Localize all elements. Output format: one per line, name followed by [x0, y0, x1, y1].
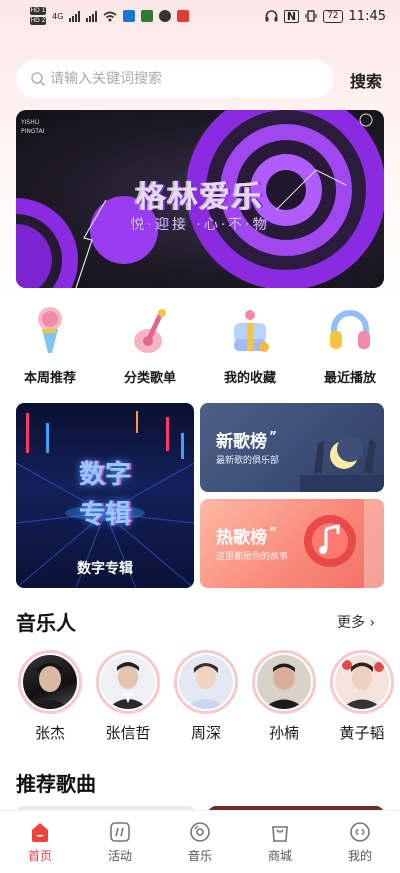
more-label: 更多 [337, 615, 365, 631]
artist-item[interactable]: 黄子韬 [328, 650, 396, 743]
artist-name: 张杰 [34, 724, 65, 742]
shopping-bag-icon [272, 826, 288, 842]
disc-icon [190, 822, 210, 842]
musicians-section-title: 音乐人 [16, 611, 76, 635]
new-chart-quote-mark: ” [269, 429, 277, 444]
musicians-row: 张杰 张信哲 周深 孙楠 黄子韬 [0, 650, 400, 750]
nav-category-playlist[interactable]: 分类歌单 [100, 305, 200, 390]
banner-subtitle: 悦·迎接 ·心·不·物 [130, 217, 270, 233]
headset-status-icon [265, 10, 278, 22]
hot-chart-quote-mark: ” [269, 525, 277, 540]
hot-chart-subtitle: 这里都是你的故事 [216, 552, 289, 562]
nav-weekly-recommend-label: 本周推荐 [23, 371, 76, 386]
album-art-text-1: 数字 [78, 460, 131, 490]
nav-my-favorites-label: 我的收藏 [223, 371, 276, 386]
banner-corner-text-1: YISHU [21, 119, 40, 126]
network-label: 4G [52, 11, 64, 21]
banner-title: 格林爱乐 [136, 180, 264, 215]
headphones-icon [322, 305, 378, 357]
wifi-icon [103, 11, 117, 21]
gift-box-icon [222, 305, 278, 357]
activity-icon [110, 822, 130, 842]
tab-profile[interactable]: 我的 [320, 811, 400, 873]
nfc-icon: N [283, 9, 300, 23]
artist-item[interactable]: 孙楠 [250, 650, 318, 743]
sim2-label: HD 2 [30, 17, 46, 25]
artist-avatar [335, 655, 389, 709]
artist-item[interactable]: 周深 [172, 650, 240, 743]
artist-name: 张信哲 [105, 724, 151, 742]
artist-name: 孙楠 [268, 724, 299, 742]
musicians-more-link[interactable]: 更多 › [337, 612, 375, 632]
chevron-right-icon: › [369, 615, 376, 631]
artist-avatar [101, 655, 155, 709]
artist-name: 黄子韬 [339, 724, 385, 742]
artist-avatar [23, 655, 77, 709]
digital-album-label: 数字专辑 [77, 561, 133, 577]
app-notification-icon [123, 10, 136, 22]
artist-avatar [179, 655, 233, 709]
battery-indicator: 72 [323, 9, 343, 23]
search-box[interactable] [16, 60, 334, 98]
app-notification-icon-3 [159, 10, 172, 22]
tab-home-label: 首页 [27, 849, 52, 863]
nav-recent-play-label: 最近播放 [323, 371, 376, 386]
guitar-icon [122, 305, 178, 357]
nav-my-favorites[interactable]: 我的收藏 [200, 305, 300, 390]
app-notification-icon-2 [141, 10, 154, 22]
search-input[interactable] [50, 71, 320, 87]
nav-recent-play[interactable]: 最近播放 [300, 305, 400, 390]
tab-music-label: 音乐 [187, 849, 212, 863]
moon-illustration [300, 436, 384, 492]
tab-activity-label: 活动 [107, 849, 132, 863]
status-bar: HD 1 HD 2 4G N 72 11:45 [0, 0, 400, 32]
tab-profile-label: 我的 [347, 849, 372, 863]
quick-nav: 本周推荐 分类歌单 我的收藏 最近播放 [0, 305, 400, 390]
home-icon [32, 823, 48, 842]
vibrate-icon [305, 10, 317, 22]
artist-item[interactable]: 张信哲 [94, 650, 162, 743]
app-notification-icon-4 [177, 10, 190, 22]
hot-songs-chart-card[interactable]: 热歌榜” 这里都是你的故事 [200, 499, 384, 588]
banner-corner-text-2: PINGTAI [21, 128, 45, 135]
new-chart-subtitle: 最新歌的俱乐部 [216, 456, 280, 466]
album-art-text-2: 专辑 [78, 500, 131, 530]
search-icon [31, 72, 46, 87]
nav-weekly-recommend[interactable]: 本周推荐 [0, 305, 100, 390]
artist-avatar [257, 655, 311, 709]
signal-icon [69, 10, 81, 22]
tab-mall-label: 商城 [267, 849, 292, 863]
new-songs-chart-card[interactable]: 新歌榜” 最新歌的俱乐部 [200, 403, 384, 492]
microphone-icon [22, 305, 78, 357]
tab-home[interactable]: 首页 [0, 811, 80, 873]
nav-category-playlist-label: 分类歌单 [123, 371, 176, 386]
sim-indicator: HD 1 HD 2 [30, 7, 46, 25]
hot-chart-title: 热歌榜 [216, 528, 267, 548]
digital-album-card[interactable]: 数字 专辑 数字专辑 [16, 403, 194, 588]
clock: 11:45 [348, 8, 386, 24]
artist-item[interactable]: 张杰 [16, 650, 84, 743]
tab-music[interactable]: 音乐 [160, 811, 240, 873]
tab-activity[interactable]: 活动 [80, 811, 160, 873]
search-button[interactable]: 搜索 [350, 68, 382, 92]
profile-icon [350, 822, 370, 842]
sim1-label: HD 1 [30, 7, 46, 15]
bottom-tab-bar: 首页 活动 音乐 商城 我的 [0, 810, 400, 873]
tab-mall[interactable]: 商城 [240, 811, 320, 873]
music-disc-illustration [304, 499, 384, 588]
recommended-songs-title: 推荐歌曲 [16, 772, 96, 796]
artist-name: 周深 [190, 724, 221, 742]
new-chart-title: 新歌榜 [216, 432, 267, 452]
promo-banner[interactable]: YISHU PINGTAI 格林爱乐 悦·迎接 ·心·不·物 [16, 110, 384, 288]
signal2-icon [86, 10, 98, 22]
